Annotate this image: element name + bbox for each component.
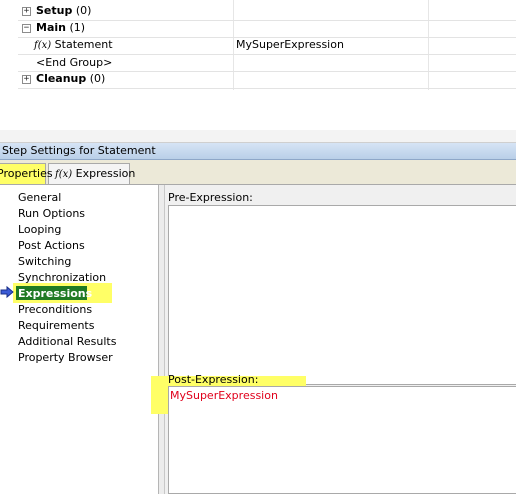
expand-setup-icon[interactable]: + xyxy=(22,7,31,16)
selection-arrow-icon xyxy=(0,285,14,299)
tree-end-group[interactable]: <End Group> xyxy=(36,56,112,70)
pre-expression-label: Pre-Expression: xyxy=(168,191,253,204)
tree-group-main[interactable]: Main (1) xyxy=(36,21,85,35)
tab-label: Properties xyxy=(0,167,53,180)
expressions-panel: Pre-Expression: Post-Expression: MySuper… xyxy=(151,185,516,494)
group-name: Setup xyxy=(36,4,73,17)
nav-item-expressions[interactable]: Expressions xyxy=(18,287,92,301)
nav-item-run-options[interactable]: Run Options xyxy=(18,207,85,221)
nav-item-looping[interactable]: Looping xyxy=(18,223,61,237)
tab-expression[interactable]: f(x) Expression xyxy=(48,163,135,184)
tree-step-statement[interactable]: f(x) Statement xyxy=(34,38,113,53)
step-description: MySuperExpression xyxy=(236,38,344,51)
nav-item-general[interactable]: General xyxy=(18,191,61,205)
nav-item-synchronization[interactable]: Synchronization xyxy=(18,271,106,285)
tree-group-cleanup[interactable]: Cleanup (0) xyxy=(36,72,105,86)
function-icon: f(x) xyxy=(55,169,73,180)
post-expression-editor[interactable] xyxy=(168,386,516,494)
collapse-main-icon[interactable]: − xyxy=(22,24,31,33)
post-expression-label: Post-Expression: xyxy=(168,373,259,386)
group-count: (0) xyxy=(89,72,106,85)
row-divider xyxy=(18,20,516,21)
nav-item-requirements[interactable]: Requirements xyxy=(18,319,94,333)
post-expression-text: MySuperExpression xyxy=(170,389,278,402)
step-name: Statement xyxy=(54,38,113,51)
group-count: (1) xyxy=(69,21,86,34)
column-separator xyxy=(233,0,234,90)
column-separator xyxy=(428,0,429,90)
nav-item-switching[interactable]: Switching xyxy=(18,255,71,269)
nav-item-preconditions[interactable]: Preconditions xyxy=(18,303,92,317)
nav-item-post-actions[interactable]: Post Actions xyxy=(18,239,85,253)
pane-splitter[interactable] xyxy=(0,130,516,143)
group-name: Main xyxy=(36,21,66,34)
tab-properties[interactable]: Properties xyxy=(0,163,53,184)
tab-label: Expression xyxy=(75,167,136,180)
settings-tab-strip: Properties f(x) Expression xyxy=(0,160,516,185)
step-settings-titlebar: Step Settings for Statement xyxy=(0,143,516,160)
step-settings-title: Step Settings for Statement xyxy=(2,144,156,157)
group-name: Cleanup xyxy=(36,72,87,85)
row-divider xyxy=(18,88,516,89)
nav-item-property-browser[interactable]: Property Browser xyxy=(18,351,113,365)
tree-group-setup[interactable]: Setup (0) xyxy=(36,4,91,18)
group-count: (0) xyxy=(75,4,92,17)
function-icon: f(x) xyxy=(34,40,52,51)
expand-cleanup-icon[interactable]: + xyxy=(22,75,31,84)
pre-expression-editor[interactable] xyxy=(168,205,516,385)
settings-category-list: General Run Options Looping Post Actions… xyxy=(0,185,159,494)
nav-item-additional-results[interactable]: Additional Results xyxy=(18,335,116,349)
row-divider xyxy=(18,54,516,55)
sequence-tree-pane: + Setup (0) − Main (1) f(x) Statement My… xyxy=(18,0,516,130)
